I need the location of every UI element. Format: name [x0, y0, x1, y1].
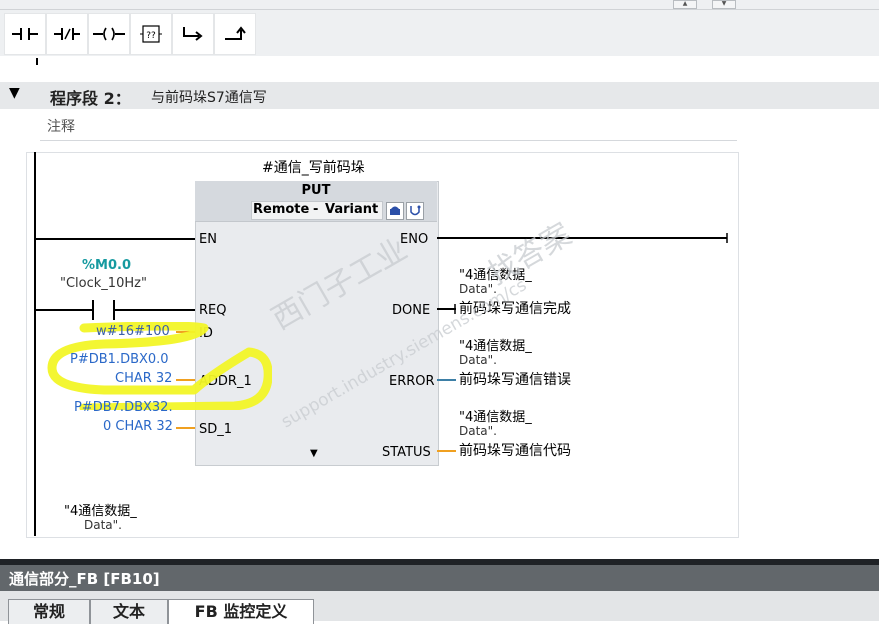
status-operand-line2[interactable]: Data". — [459, 424, 497, 438]
tab-text[interactable]: 文本 — [90, 599, 168, 624]
tab-general[interactable]: 常规 — [8, 599, 90, 624]
error-operand-line2[interactable]: Data". — [459, 353, 497, 367]
error-operand-line3[interactable]: 前码垛写通信错误 — [459, 369, 571, 389]
contact-address[interactable]: %M0.0 — [82, 258, 131, 273]
contact-tag[interactable]: "Clock_10Hz" — [60, 276, 147, 291]
addr-operand-line1[interactable]: P#DB1.DBX0.0 — [70, 352, 169, 367]
sd-operand-line1[interactable]: P#DB7.DBX32. — [74, 400, 173, 415]
status-operand-line3[interactable]: 前码垛写通信代码 — [459, 440, 571, 460]
inspector-header: 通信部分_FB [FB10] — [0, 565, 879, 591]
next-operand-line2[interactable]: Data". — [84, 518, 122, 532]
tab-fb-monitoring[interactable]: FB 监控定义 — [168, 599, 314, 624]
addr-operand-line2[interactable]: CHAR 32 — [115, 371, 172, 386]
status-operand-line1[interactable]: "4通信数据_ — [459, 406, 532, 425]
sd-operand-line2[interactable]: 0 CHAR 32 — [103, 419, 173, 434]
no-contact-element[interactable] — [92, 299, 116, 321]
ladder-wiring — [36, 233, 728, 452]
id-operand[interactable]: w#16#100 — [96, 324, 170, 339]
inspector-title: 通信部分_FB [FB10] — [9, 570, 160, 588]
error-operand-line1[interactable]: "4通信数据_ — [459, 335, 532, 354]
next-operand-line1[interactable]: "4通信数据_ — [64, 500, 137, 519]
